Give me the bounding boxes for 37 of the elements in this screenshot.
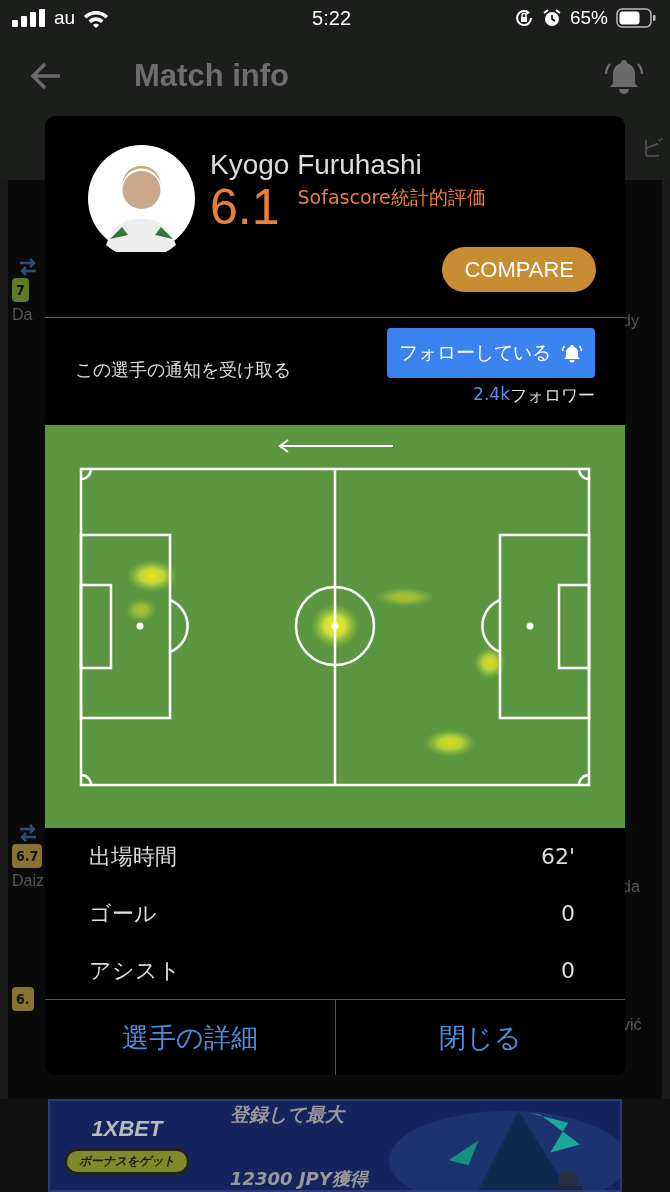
arrow-icon [278, 439, 394, 454]
back-arrow-icon[interactable] [30, 62, 62, 90]
battery-percent: 65% [569, 7, 608, 29]
rating-badge: 6. [12, 987, 34, 1011]
player-name: Da [12, 306, 33, 324]
stat-label: ゴール [89, 899, 157, 928]
swap-icon [18, 258, 38, 276]
stat-value: 62' [540, 844, 575, 870]
ad-banner[interactable]: 1XBET ボーナスをゲット 登録して最大 12300 JPY獲得 [48, 1099, 622, 1192]
follow-button[interactable]: フォローしている [387, 327, 595, 378]
stat-label: 出場時間 [89, 842, 177, 871]
rating-badge: 6.7 [12, 844, 43, 868]
clock-time: 5:22 [312, 6, 351, 30]
player-name: Kyogo Furuhashi [210, 149, 423, 181]
follower-label: フォロワー [510, 383, 595, 407]
swap-icon [18, 824, 38, 842]
compare-button[interactable]: COMPARE [442, 247, 596, 292]
battery-icon [616, 8, 656, 28]
notification-text: この選手の通知を受け取る [75, 357, 291, 382]
rating-badge: 7 [12, 278, 29, 302]
follower-count: 2.4k [473, 383, 510, 406]
ad-headline: 登録して最大 [230, 1102, 347, 1125]
rotation-lock-icon [513, 8, 534, 28]
stat-value: 0 [561, 958, 575, 984]
ad-logo: 1XBET [91, 1116, 163, 1142]
player-rating: 6.1 [210, 181, 280, 233]
ad-amount: 12300 JPY獲得 [230, 1168, 368, 1189]
player-name: Daiz [12, 872, 44, 890]
stat-label: アシスト [89, 956, 181, 985]
bonus-button[interactable]: ボーナスをゲット [64, 1148, 190, 1175]
stat-value: 0 [561, 901, 575, 927]
alarm-clock-icon [541, 8, 562, 28]
rating-label: Sofascore統計的評価 [297, 185, 486, 210]
carrier-name: au [54, 7, 76, 29]
page-title: Match info [134, 58, 290, 94]
wifi-icon [83, 8, 110, 28]
signal-icon [12, 9, 46, 27]
